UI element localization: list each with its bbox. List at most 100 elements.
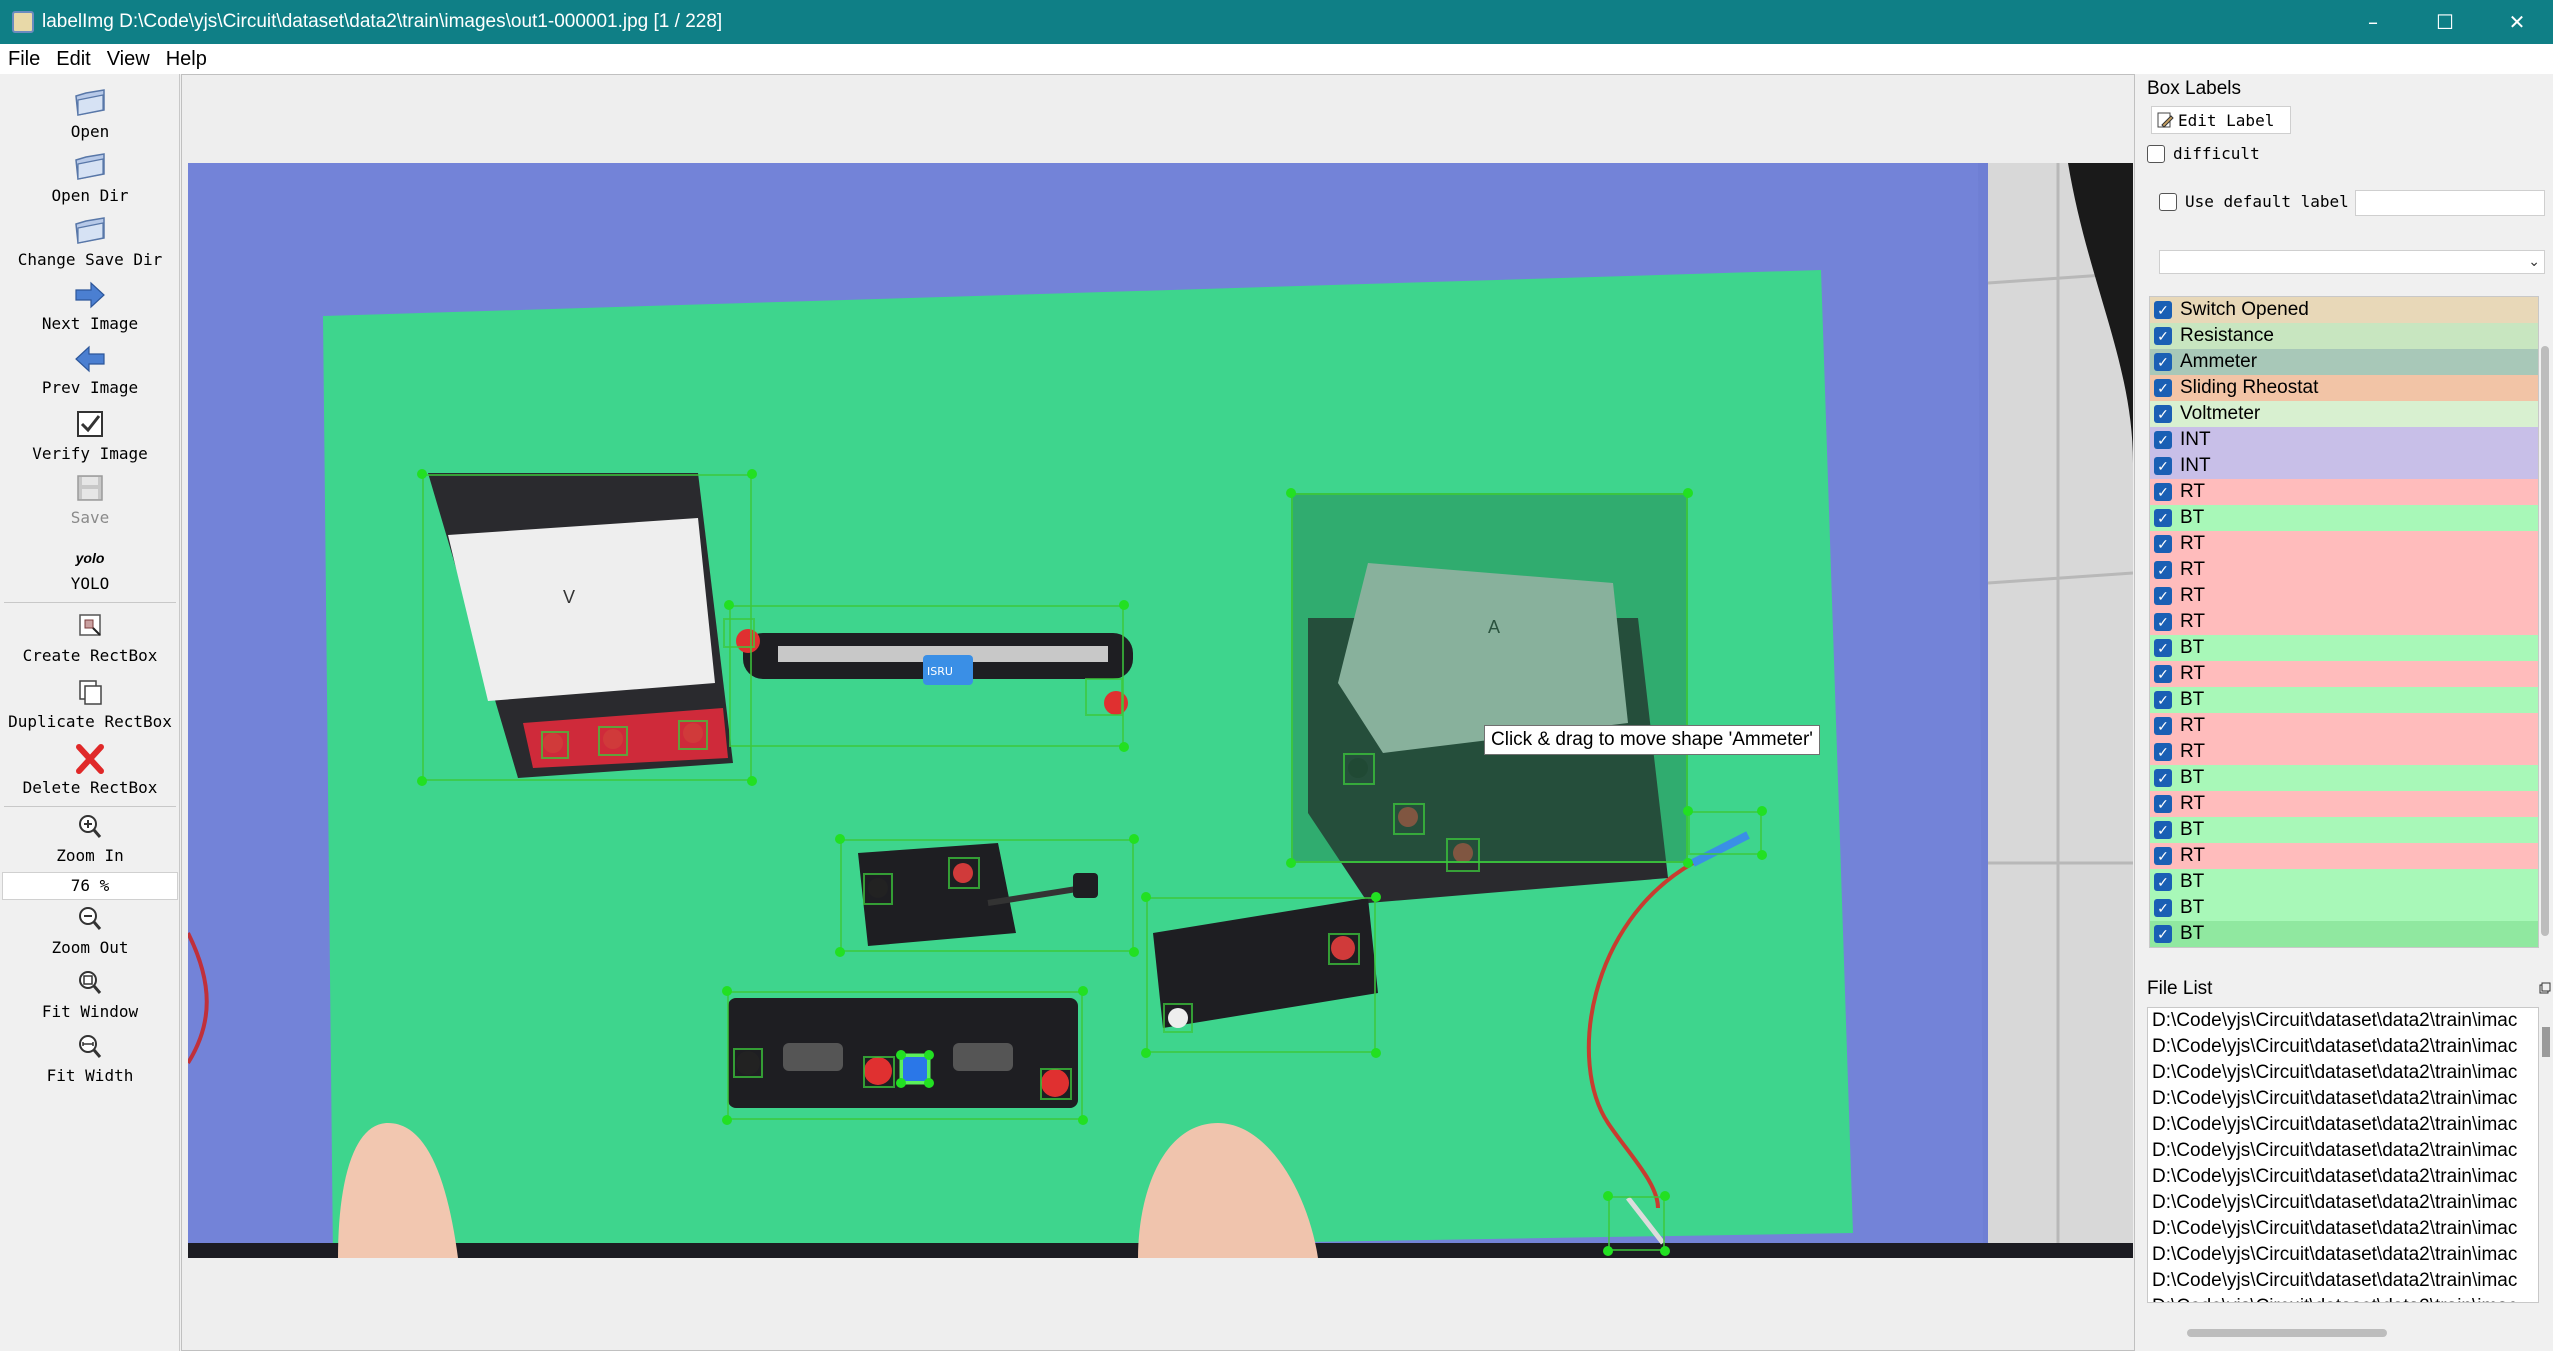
bbox-probe-int[interactable] [1608,1196,1665,1251]
label-list-item[interactable]: ✓ RT [2150,713,2538,739]
fit-window-button[interactable]: Fit Window [0,968,180,1021]
image-canvas[interactable]: V ISRU A Click & drag to move shape 'Amm… [181,74,2135,1351]
scrollbar-thumb[interactable] [2541,346,2549,936]
checked-checkbox-icon[interactable]: ✓ [2154,613,2172,631]
label-list-item[interactable]: ✓ BT [2150,869,2538,895]
bbox-vertex[interactable] [747,776,757,786]
label-list-item[interactable]: ✓ RT [2150,583,2538,609]
bbox-bt[interactable] [1163,1003,1193,1033]
undock-icon[interactable] [2539,982,2551,994]
checked-checkbox-icon[interactable]: ✓ [2154,821,2172,839]
label-list-scrollbar[interactable] [2539,296,2551,948]
file-list-vscrollbar[interactable] [2541,1007,2551,1303]
checked-checkbox-icon[interactable]: ✓ [2154,509,2172,527]
bbox-rt[interactable] [598,726,628,756]
bbox-vertex[interactable] [924,1050,934,1060]
close-button[interactable]: ✕ [2481,0,2553,44]
bbox-vertex[interactable] [835,834,845,844]
label-list-item[interactable]: ✓ Sliding Rheostat [2150,375,2538,401]
checked-checkbox-icon[interactable]: ✓ [2154,925,2172,943]
checked-checkbox-icon[interactable]: ✓ [2154,873,2172,891]
checked-checkbox-icon[interactable]: ✓ [2154,535,2172,553]
bbox-vertex[interactable] [1119,742,1129,752]
bbox-vertex[interactable] [417,776,427,786]
file-list-item[interactable]: D:\Code\yjs\Circuit\dataset\data2\train\… [2152,1114,2517,1140]
bbox-vertex[interactable] [1603,1246,1613,1256]
bbox-vertex[interactable] [1757,806,1767,816]
checked-checkbox-icon[interactable]: ✓ [2154,795,2172,813]
label-list-item[interactable]: ✓ Resistance [2150,323,2538,349]
file-list-item[interactable]: D:\Code\yjs\Circuit\dataset\data2\train\… [2152,1296,2517,1302]
use-default-label-checkbox[interactable] [2159,192,2177,211]
box-label-list[interactable]: ✓ Switch Opened ✓ Resistance ✓ Ammeter ✓ Slidin… [2149,296,2539,948]
bbox-vertex[interactable] [1078,986,1088,996]
checked-checkbox-icon[interactable]: ✓ [2154,743,2172,761]
checked-checkbox-icon[interactable]: ✓ [2154,431,2172,449]
file-list-item[interactable]: D:\Code\yjs\Circuit\dataset\data2\train\… [2152,1218,2517,1244]
prev-image-button[interactable]: Prev Image [0,344,180,397]
bbox-vertex[interactable] [1078,1115,1088,1125]
label-list-item[interactable]: ✓ RT [2150,843,2538,869]
bbox-vertex[interactable] [722,986,732,996]
default-label-input[interactable] [2355,190,2545,216]
minimize-button[interactable]: – [2337,0,2409,44]
checked-checkbox-icon[interactable]: ✓ [2154,301,2172,319]
bbox-vertex[interactable] [1286,858,1296,868]
checked-checkbox-icon[interactable]: ✓ [2154,379,2172,397]
label-list-item[interactable]: ✓ BT [2150,921,2538,947]
bbox-vertex[interactable] [1683,806,1693,816]
bbox-vertex[interactable] [747,469,757,479]
label-list-item[interactable]: ✓ BT [2150,635,2538,661]
bbox-vertex[interactable] [1119,600,1129,610]
label-list-item[interactable]: ✓ RT [2150,739,2538,765]
duplicate-rectbox-button[interactable]: Duplicate RectBox [0,678,180,731]
menu-view[interactable]: View [107,48,150,71]
file-list-item[interactable]: D:\Code\yjs\Circuit\dataset\data2\train\… [2152,1192,2517,1218]
bbox-vertex[interactable] [417,469,427,479]
checked-checkbox-icon[interactable]: ✓ [2154,847,2172,865]
file-list[interactable]: D:\Code\yjs\Circuit\dataset\data2\train\… [2147,1007,2539,1303]
menu-edit[interactable]: Edit [56,48,90,71]
bbox-vertex[interactable] [924,1078,934,1088]
scrollbar-thumb[interactable] [2187,1329,2387,1337]
file-list-item[interactable]: D:\Code\yjs\Circuit\dataset\data2\train\… [2152,1010,2517,1036]
label-list-item[interactable]: ✓ RT [2150,557,2538,583]
fit-width-button[interactable]: Fit Width [0,1032,180,1085]
bbox-rt[interactable] [1328,933,1360,965]
bbox-vertex[interactable] [1757,850,1767,860]
bbox-vertex[interactable] [1603,1191,1613,1201]
bbox-vertex[interactable] [724,600,734,610]
bbox-rt[interactable] [1085,678,1123,716]
bbox-bt[interactable] [733,1048,763,1078]
bbox-vertex[interactable] [1129,947,1139,957]
label-list-item[interactable]: ✓ BT [2150,765,2538,791]
bbox-rt[interactable] [1446,838,1480,872]
label-list-item[interactable]: ✓ BT [2150,505,2538,531]
bbox-bt[interactable] [541,731,569,759]
change-save-dir-button[interactable]: Change Save Dir [0,216,180,269]
bbox-rt[interactable] [863,1056,895,1088]
bbox-vertex[interactable] [1286,488,1296,498]
bbox-vertex[interactable] [722,1115,732,1125]
bbox-vertex[interactable] [1660,1191,1670,1201]
label-list-item[interactable]: ✓ BT [2150,895,2538,921]
difficult-checkbox[interactable] [2147,144,2165,163]
checked-checkbox-icon[interactable]: ✓ [2154,405,2172,423]
menu-file[interactable]: File [8,48,40,71]
verify-image-button[interactable]: Verify Image [0,410,180,463]
bbox-vertex[interactable] [1371,892,1381,902]
bbox-probe-int[interactable] [1688,811,1762,855]
file-list-item[interactable]: D:\Code\yjs\Circuit\dataset\data2\train\… [2152,1140,2517,1166]
file-list-hscrollbar[interactable] [2147,1326,2539,1340]
label-list-item[interactable]: ✓ RT [2150,661,2538,687]
annotated-photo[interactable]: V ISRU A [188,163,2133,1258]
checked-checkbox-icon[interactable]: ✓ [2154,561,2172,579]
create-rectbox-button[interactable]: Create RectBox [0,612,180,665]
checked-checkbox-icon[interactable]: ✓ [2154,717,2172,735]
file-list-item[interactable]: D:\Code\yjs\Circuit\dataset\data2\train\… [2152,1062,2517,1088]
label-list-item[interactable]: ✓ Switch Opened [2150,297,2538,323]
bbox-vertex[interactable] [1129,834,1139,844]
file-list-item[interactable]: D:\Code\yjs\Circuit\dataset\data2\train\… [2152,1270,2517,1296]
bbox-vertex[interactable] [835,947,845,957]
label-list-item[interactable]: ✓ INT [2150,453,2538,479]
